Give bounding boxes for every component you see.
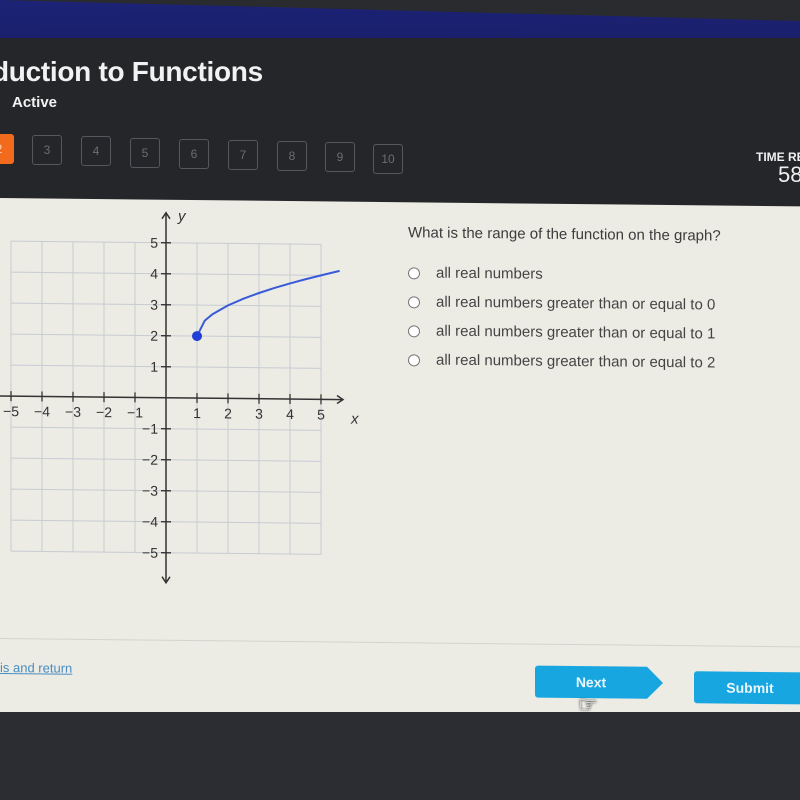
question-panel: −5 −4 −3 −2 −1 1 2 3 4 5 5 4 3 2 1 −1 −2 −3 −4 −5 x y What is… bbox=[0, 198, 800, 727]
x-axis-label: x bbox=[350, 411, 359, 428]
x-tick-label: 3 bbox=[255, 406, 263, 422]
function-graph: −5 −4 −3 −2 −1 1 2 3 4 5 5 4 3 2 1 −1 −2 −3 −4 −5 x y bbox=[0, 208, 359, 585]
divider bbox=[0, 638, 800, 648]
assignment-header: duction to Functions Active 2345678910 T… bbox=[0, 38, 800, 206]
status-label: Active bbox=[12, 94, 58, 111]
x-tick-label: 2 bbox=[224, 405, 232, 421]
y-tick-label: −5 bbox=[142, 544, 158, 560]
answer-choice-1[interactable]: all real numbers bbox=[408, 258, 715, 290]
answer-choice-label: all real numbers greater than or equal t… bbox=[436, 293, 716, 314]
answer-choice-3[interactable]: all real numbers greater than or equal t… bbox=[408, 316, 715, 348]
x-tick-label: −3 bbox=[65, 404, 81, 420]
radio-button[interactable] bbox=[408, 324, 420, 337]
question-text: What is the range of the function on the… bbox=[408, 224, 721, 245]
question-nav-4[interactable]: 4 bbox=[81, 136, 111, 167]
answer-choice-2[interactable]: all real numbers greater than or equal t… bbox=[408, 287, 715, 319]
question-nav-2[interactable]: 2 bbox=[0, 134, 14, 164]
answer-choice-label: all real numbers greater than or equal t… bbox=[436, 351, 716, 372]
mark-and-return-link[interactable]: is and return bbox=[0, 660, 72, 676]
y-tick-label: −4 bbox=[142, 513, 158, 529]
y-tick-label: −1 bbox=[142, 420, 158, 436]
x-tick-label: −4 bbox=[34, 403, 50, 419]
question-nav-3[interactable]: 3 bbox=[32, 135, 62, 166]
question-nav-7[interactable]: 7 bbox=[228, 140, 258, 170]
question-nav-5[interactable]: 5 bbox=[130, 137, 160, 168]
answer-choice-4[interactable]: all real numbers greater than or equal t… bbox=[408, 345, 715, 377]
radio-button[interactable] bbox=[408, 353, 420, 366]
y-tick-label: 1 bbox=[150, 359, 158, 375]
x-tick-label: −2 bbox=[96, 404, 112, 420]
question-nav-6[interactable]: 6 bbox=[179, 138, 209, 169]
question-nav-9[interactable]: 9 bbox=[325, 142, 355, 173]
next-button-arrow[interactable] bbox=[647, 666, 663, 699]
y-tick-label: 2 bbox=[150, 328, 158, 344]
question-nav-10[interactable]: 10 bbox=[373, 143, 403, 174]
x-tick-label: 5 bbox=[317, 406, 325, 422]
radio-button[interactable] bbox=[408, 295, 420, 308]
y-tick-label: −3 bbox=[142, 482, 158, 498]
screen-bezel bbox=[0, 712, 800, 800]
y-tick-label: 4 bbox=[150, 266, 158, 282]
function-curve bbox=[196, 269, 340, 337]
radio-button[interactable] bbox=[408, 266, 420, 279]
answer-choice-label: all real numbers greater than or equal t… bbox=[436, 322, 716, 343]
x-tick-label: 4 bbox=[286, 406, 294, 422]
submit-button[interactable]: Submit bbox=[694, 671, 800, 705]
time-remaining-value: 58 bbox=[778, 162, 800, 187]
x-axis bbox=[0, 395, 343, 401]
y-tick-label: −2 bbox=[142, 451, 158, 467]
x-tick-label: −5 bbox=[3, 403, 19, 419]
answer-choice-label: all real numbers bbox=[436, 264, 543, 283]
y-tick-label: 3 bbox=[150, 297, 158, 313]
y-tick-label: 5 bbox=[150, 235, 158, 251]
answer-choices: all real numbers all real numbers greater… bbox=[408, 258, 715, 377]
y-axis-label: y bbox=[177, 208, 187, 225]
x-tick-label: −1 bbox=[127, 404, 143, 420]
question-nav-8[interactable]: 8 bbox=[277, 141, 307, 172]
course-title: duction to Functions bbox=[0, 56, 263, 87]
question-navigation: 23456789 10 bbox=[0, 134, 520, 174]
x-tick-label: 1 bbox=[193, 405, 201, 421]
closed-endpoint bbox=[192, 331, 202, 342]
